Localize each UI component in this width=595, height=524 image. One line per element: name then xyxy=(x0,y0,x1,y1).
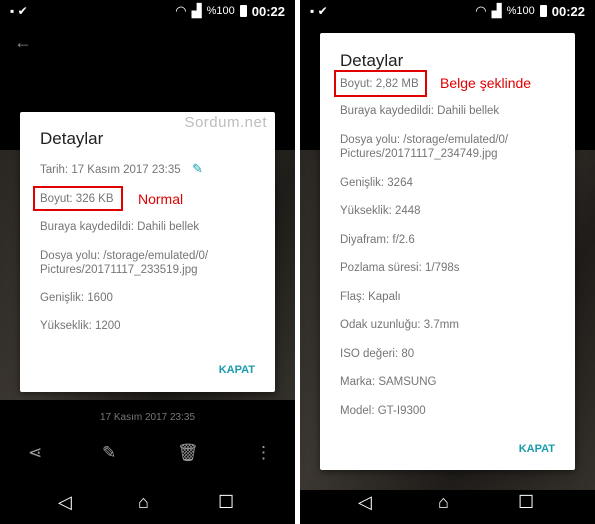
photo-date: 17 Kasım 2017 23:35 xyxy=(99,412,196,423)
right-phone-screen: ▪ ✔ ◠ ▟ %100 00:22 Detaylar Boyut: 2,82 MB … xyxy=(300,0,595,524)
detail-make: Marka: SAMSUNG xyxy=(340,376,437,388)
detail-focal-length: Odak uzunluğu: 3.7mm xyxy=(340,319,459,331)
delete-icon[interactable]: 🗑 xyxy=(177,443,199,463)
detail-path: Dosya yolu: /storage/emulated/0/ xyxy=(340,134,509,146)
more-options-icon[interactable]: ⋮ xyxy=(255,443,272,463)
dialog-title: Detaylar xyxy=(340,51,404,70)
wifi-icon: ◠ xyxy=(175,3,187,18)
detail-height: Yükseklik: 1200 xyxy=(40,320,121,332)
close-button[interactable]: KAPAT xyxy=(219,364,255,376)
details-dialog: Sordum.net Detaylar Tarih: 17 Kasım 2017… xyxy=(20,112,275,392)
edit-icon[interactable]: ✎ xyxy=(102,443,116,463)
detail-height: Yükseklik: 2448 xyxy=(340,205,421,217)
back-arrow-icon[interactable]: ← xyxy=(14,32,32,53)
home-nav-icon[interactable]: ⌂ xyxy=(438,492,449,513)
back-nav-icon[interactable]: ◁ xyxy=(58,492,72,513)
left-phone-screen: ▪ ✔ ◠ ▟ %100 00:22 ← Sordum.net Detaylar Ta… xyxy=(0,0,295,524)
details-dialog: Detaylar Boyut: 2,82 MB Belge şeklinde B… xyxy=(320,33,575,470)
clock: 00:22 xyxy=(251,3,285,19)
detail-flash: Flaş: Kapalı xyxy=(340,291,401,303)
dialog-title: Detaylar xyxy=(40,129,104,148)
detail-aperture: Diyafram: f/2.6 xyxy=(340,234,415,246)
recents-nav-icon[interactable]: ☐ xyxy=(218,492,234,513)
battery-percent: %100 xyxy=(206,5,235,17)
detail-path-file: Pictures/20171117_234749.jpg xyxy=(340,148,498,160)
detail-width: Genişlik: 3264 xyxy=(340,177,413,189)
detail-path: Dosya yolu: /storage/emulated/0/ xyxy=(40,250,209,262)
annotation-label: Normal xyxy=(138,191,184,207)
notification-icons: ▪ ✔ xyxy=(10,4,28,18)
battery-icon xyxy=(539,5,547,17)
detail-saved-to: Buraya kaydedildi: Dahili bellek xyxy=(40,221,200,233)
status-bar: ▪ ✔ ◠ ▟ %100 00:22 xyxy=(0,0,295,22)
home-nav-icon[interactable]: ⌂ xyxy=(138,492,149,513)
detail-model: Model: GT-I9300 xyxy=(340,405,426,417)
battery-percent: %100 xyxy=(506,5,535,17)
detail-saved-to: Buraya kaydedildi: Dahili bellek xyxy=(340,105,500,117)
clock: 00:22 xyxy=(551,3,585,19)
watermark: Sordum.net xyxy=(184,114,267,131)
notification-icons: ▪ ✔ xyxy=(310,4,328,18)
detail-width: Genişlik: 1600 xyxy=(40,292,113,304)
recents-nav-icon[interactable]: ☐ xyxy=(518,492,534,513)
detail-size: Boyut: 2,82 MB xyxy=(340,78,419,90)
signal-icon: ▟ xyxy=(191,3,202,18)
status-bar: ▪ ✔ ◠ ▟ %100 00:22 xyxy=(300,0,595,22)
share-icon[interactable]: ⋖ xyxy=(28,443,42,463)
battery-icon xyxy=(239,5,247,17)
back-nav-icon[interactable]: ◁ xyxy=(358,492,372,513)
edit-pencil-icon[interactable]: ✎ xyxy=(192,161,203,177)
signal-icon: ▟ xyxy=(491,3,502,18)
annotation-label: Belge şeklinde xyxy=(440,75,532,91)
navigation-bar: ◁ ⌂ ☐ xyxy=(300,484,595,524)
detail-date: Tarih: 17 Kasım 2017 23:35 xyxy=(40,164,181,176)
detail-path-file: Pictures/20171117_233519.jpg xyxy=(40,264,198,276)
detail-size: Boyut: 326 KB xyxy=(40,193,114,205)
wifi-icon: ◠ xyxy=(475,3,487,18)
detail-iso: ISO değeri: 80 xyxy=(340,348,415,360)
close-button[interactable]: KAPAT xyxy=(519,443,555,455)
detail-exposure: Pozlama süresi: 1/798s xyxy=(340,262,460,274)
navigation-bar: ◁ ⌂ ☐ xyxy=(0,484,295,524)
